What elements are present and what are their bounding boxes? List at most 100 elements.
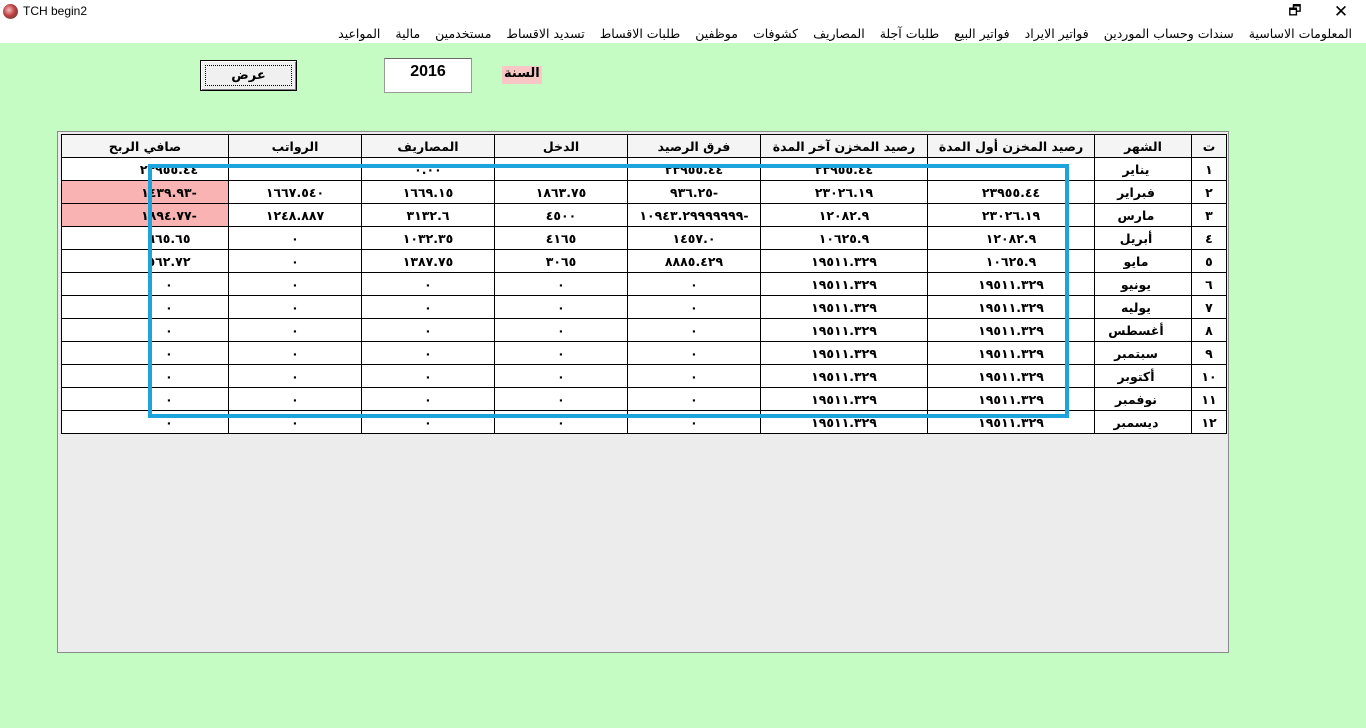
show-button[interactable]: عرض [200, 60, 297, 91]
cell-balance-diff[interactable]: ٠ [627, 295, 761, 319]
cell-idx[interactable]: ٩ [1191, 341, 1227, 365]
cell-net-profit[interactable]: ٠ [61, 364, 229, 388]
cell-balance-diff[interactable]: ٢٣٩٥٥.٤٤ [627, 157, 761, 181]
cell-income[interactable]: ٠ [494, 364, 628, 388]
cell-net-profit[interactable]: ٠ [61, 318, 229, 342]
cell-stock-start[interactable] [927, 157, 1095, 181]
header-balance-diff[interactable]: فرق الرصيد [627, 134, 761, 158]
table-row[interactable]: ٠ ٠ ٠ ٠ ٠ ١٩٥١١.٣٢٩ ١٩٥١١.٣٢٩ أغسطس ٨ [61, 318, 1227, 342]
cell-income[interactable] [494, 157, 628, 181]
menu-installment-requests[interactable]: طلبات الاقساط [600, 26, 681, 41]
cell-net-profit[interactable]: ٦٦٥.٦٥ [61, 226, 229, 250]
cell-stock-start[interactable]: ١٠٦٢٥.٩ [927, 249, 1095, 273]
cell-salaries[interactable]: ٠ [228, 364, 362, 388]
menu-supplier-vouchers[interactable]: سندات وحساب الموردين [1104, 26, 1234, 41]
cell-income[interactable]: ٠ [494, 272, 628, 296]
header-expenses[interactable]: المصاريف [361, 134, 495, 158]
cell-idx[interactable]: ٥ [1191, 249, 1227, 273]
cell-stock-start[interactable]: ١٩٥١١.٣٢٩ [927, 295, 1095, 319]
cell-income[interactable]: ٠ [494, 341, 628, 365]
cell-stock-end[interactable]: ١٢٠٨٢.٩ [760, 203, 928, 227]
cell-idx[interactable]: ٢ [1191, 180, 1227, 204]
menu-statements[interactable]: كشوفات [753, 26, 798, 41]
cell-stock-end[interactable]: ١٠٦٢٥.٩ [760, 226, 928, 250]
cell-balance-diff[interactable]: ٩٣٦.٢٥- [627, 180, 761, 204]
cell-balance-diff[interactable]: ٠ [627, 341, 761, 365]
cell-salaries[interactable]: ٠ [228, 410, 362, 434]
cell-net-profit[interactable]: ٠ [61, 272, 229, 296]
cell-stock-end[interactable]: ١٩٥١١.٣٢٩ [760, 249, 928, 273]
cell-month[interactable]: مارس [1094, 203, 1192, 227]
cell-balance-diff[interactable]: ٠ [627, 272, 761, 296]
cell-expenses[interactable]: ٣١٣٢.٦ [361, 203, 495, 227]
header-net-profit[interactable]: صافي الربح [61, 134, 229, 158]
table-row[interactable]: ٠ ٠ ٠ ٠ ٠ ١٩٥١١.٣٢٩ ١٩٥١١.٣٢٩ سبتمبر ٩ [61, 341, 1227, 365]
header-stock-end[interactable]: رصيد المخزن آخر المدة [760, 134, 928, 158]
cell-idx[interactable]: ٧ [1191, 295, 1227, 319]
cell-salaries[interactable]: ٠ [228, 318, 362, 342]
table-row[interactable]: ٥٦٢.٧٢ ٠ ١٣٨٧.٧٥ ٣٠٦٥ ٨٨٨٥.٤٢٩ ١٩٥١١.٣٢٩ ١٠٦٢٥… [61, 249, 1227, 273]
cell-idx[interactable]: ٦ [1191, 272, 1227, 296]
cell-net-profit[interactable]: ٠ [61, 410, 229, 434]
table-row[interactable]: ٠ ٠ ٠ ٠ ٠ ١٩٥١١.٣٢٩ ١٩٥١١.٣٢٩ ديسمبر ١٢ [61, 410, 1227, 434]
cell-stock-start[interactable]: ١٢٠٨٢.٩ [927, 226, 1095, 250]
cell-balance-diff[interactable]: ١٠٩٤٣.٢٩٩٩٩٩٩٩- [627, 203, 761, 227]
cell-month[interactable]: يونيو [1094, 272, 1192, 296]
cell-net-profit[interactable]: ٠ [61, 295, 229, 319]
cell-stock-start[interactable]: ٢٣٠٢٦.١٩ [927, 203, 1095, 227]
table-row[interactable]: ٠ ٠ ٠ ٠ ٠ ١٩٥١١.٣٢٩ ١٩٥١١.٣٢٩ يونيو ٦ [61, 272, 1227, 296]
cell-month[interactable]: نوفمبر [1094, 387, 1192, 411]
header-month[interactable]: الشهر [1094, 134, 1192, 158]
menu-finance[interactable]: مالية [395, 26, 420, 41]
cell-month[interactable]: سبتمبر [1094, 341, 1192, 365]
cell-balance-diff[interactable]: ٠ [627, 318, 761, 342]
cell-net-profit[interactable]: ٥٦٢.٧٢ [61, 249, 229, 273]
cell-stock-start[interactable]: ١٩٥١١.٣٢٩ [927, 318, 1095, 342]
cell-stock-start[interactable]: ١٩٥١١.٣٢٩ [927, 410, 1095, 434]
cell-net-profit[interactable]: ١٨٩٤.٧٧- [61, 203, 229, 227]
cell-income[interactable]: ٠ [494, 387, 628, 411]
cell-month[interactable]: يناير [1094, 157, 1192, 181]
cell-stock-start[interactable]: ٢٣٩٥٥.٤٤ [927, 180, 1095, 204]
cell-salaries[interactable]: ٠ [228, 387, 362, 411]
menu-installment-payments[interactable]: تسديد الاقساط [506, 26, 584, 41]
cell-income[interactable]: ١٨٦٣.٧٥ [494, 180, 628, 204]
table-row[interactable]: ٠ ٠ ٠ ٠ ٠ ١٩٥١١.٣٢٩ ١٩٥١١.٣٢٩ يوليه ٧ [61, 295, 1227, 319]
cell-salaries[interactable]: ٠ [228, 341, 362, 365]
cell-stock-end[interactable]: ١٩٥١١.٣٢٩ [760, 364, 928, 388]
cell-income[interactable]: ٠ [494, 295, 628, 319]
cell-income[interactable]: ٤١٦٥ [494, 226, 628, 250]
cell-stock-end[interactable]: ١٩٥١١.٣٢٩ [760, 295, 928, 319]
cell-expenses[interactable]: ١٠٣٢.٣٥ [361, 226, 495, 250]
cell-income[interactable]: ٣٠٦٥ [494, 249, 628, 273]
menu-users[interactable]: مستخدمين [435, 26, 491, 41]
cell-salaries[interactable]: ١٦٦٧.٥٤٠ [228, 180, 362, 204]
cell-salaries[interactable]: ٠ [228, 295, 362, 319]
cell-expenses[interactable]: ١٣٨٧.٧٥ [361, 249, 495, 273]
cell-income[interactable]: ٤٥٠٠ [494, 203, 628, 227]
cell-expenses[interactable]: ٠ [361, 295, 495, 319]
menu-sales-invoices[interactable]: فواتير البيع [954, 26, 1010, 41]
cell-stock-end[interactable]: ٢٣٩٥٥.٤٤ [760, 157, 928, 181]
cell-stock-end[interactable]: ١٩٥١١.٣٢٩ [760, 272, 928, 296]
cell-idx[interactable]: ١ [1191, 157, 1227, 181]
cell-month[interactable]: يوليه [1094, 295, 1192, 319]
cell-balance-diff[interactable]: ٠ [627, 364, 761, 388]
cell-net-profit[interactable]: ٠ [61, 341, 229, 365]
cell-expenses[interactable]: ٠.٠٠ [361, 157, 495, 181]
cell-stock-start[interactable]: ١٩٥١١.٣٢٩ [927, 364, 1095, 388]
header-idx[interactable]: ت [1191, 134, 1227, 158]
header-salaries[interactable]: الرواتب [228, 134, 362, 158]
table-row[interactable]: ٢٣٩٥٥.٤٤ ٠.٠٠ ٢٣٩٥٥.٤٤ ٢٣٩٥٥.٤٤ يناير ١ [61, 157, 1227, 181]
cell-idx[interactable]: ١٢ [1191, 410, 1227, 434]
cell-income[interactable]: ٠ [494, 318, 628, 342]
menu-expenses[interactable]: المصاريف [813, 26, 865, 41]
restore-icon[interactable]: 🗗 [1272, 0, 1318, 23]
menu-deferred-orders[interactable]: طلبات آجلة [880, 26, 939, 41]
menu-employees[interactable]: موظفين [695, 26, 738, 41]
cell-expenses[interactable]: ٠ [361, 341, 495, 365]
cell-idx[interactable]: ٨ [1191, 318, 1227, 342]
cell-expenses[interactable]: ١٦٦٩.١٥ [361, 180, 495, 204]
cell-idx[interactable]: ٤ [1191, 226, 1227, 250]
cell-balance-diff[interactable]: ٨٨٨٥.٤٢٩ [627, 249, 761, 273]
